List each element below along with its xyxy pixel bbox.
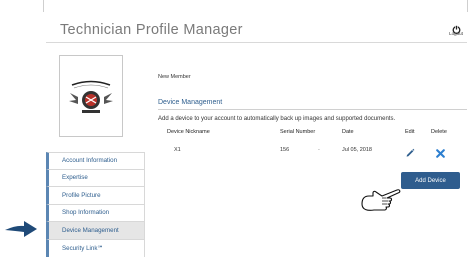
- column-header-serial: Serial Number: [280, 129, 316, 135]
- page-title: Technician Profile Manager: [60, 22, 243, 38]
- close-icon[interactable]: [436, 145, 445, 158]
- section-title: Device Management: [158, 99, 223, 106]
- logout-label: Logout: [449, 31, 463, 36]
- sidebar-item-shop-information[interactable]: Shop Information: [46, 204, 145, 222]
- frame-edge-left: [43, 0, 44, 12]
- sidebar-item-expertise[interactable]: Expertise: [46, 169, 145, 187]
- member-status: New Member: [158, 74, 191, 80]
- sidebar-item-profile-picture[interactable]: Profile Picture: [46, 187, 145, 205]
- column-header-nickname: Device Nickname: [167, 129, 210, 135]
- section-description: Add a device to your account to automati…: [158, 116, 396, 122]
- logout-icon: [452, 21, 461, 34]
- profile-picture: [59, 55, 123, 137]
- row-separator: -: [318, 147, 320, 153]
- sidebar: Account Information Expertise Profile Pi…: [46, 152, 145, 257]
- column-header-delete: Delete: [431, 129, 447, 135]
- pointing-hand-icon: [360, 184, 402, 221]
- logout-button[interactable]: Logout: [446, 21, 466, 36]
- sidebar-item-device-management[interactable]: Device Management: [46, 222, 145, 240]
- column-header-edit: Edit: [405, 129, 415, 135]
- section-divider: [158, 109, 467, 110]
- add-device-button[interactable]: Add Device: [401, 172, 460, 189]
- shop-logo: [69, 80, 113, 113]
- sidebar-item-security-link[interactable]: Security Link℠: [46, 239, 145, 257]
- arrow-right-icon: [4, 220, 38, 243]
- pencil-icon[interactable]: [405, 145, 415, 157]
- column-header-date: Date: [342, 129, 354, 135]
- frame-edge-right: [467, 0, 468, 12]
- title-divider: [46, 42, 467, 43]
- sidebar-item-account-information[interactable]: Account Information: [46, 152, 145, 170]
- device-date: Jul 05, 2018: [342, 147, 372, 153]
- device-nickname: X1: [174, 147, 181, 153]
- device-serial: 156: [280, 147, 290, 153]
